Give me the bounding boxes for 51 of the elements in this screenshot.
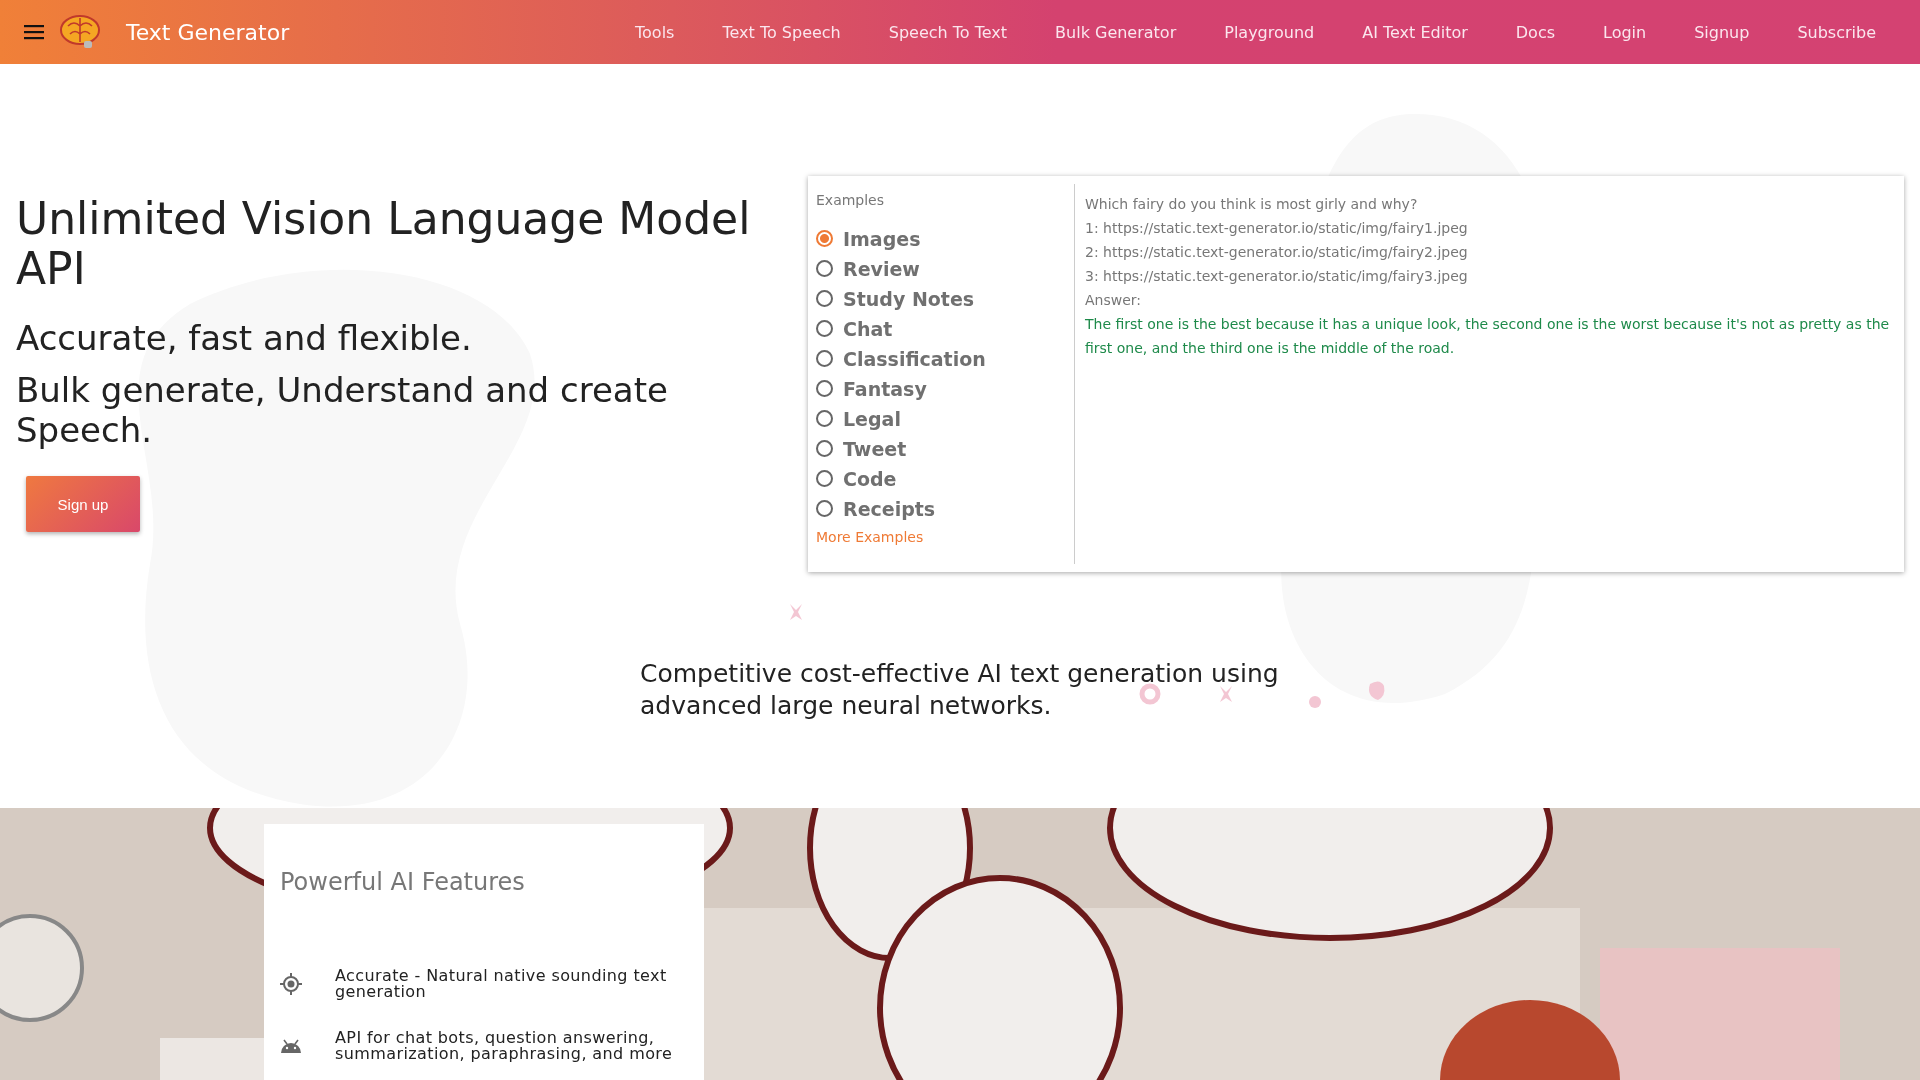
nav-link[interactable]: Playground <box>1200 14 1339 50</box>
radio-icon[interactable] <box>816 290 833 307</box>
answer-text: The first one is the best because it has a unique look, the second one is the worst because it's not as pretty as the first one, and the third one is the middle of the road. <box>1085 315 1891 358</box>
radio-icon[interactable] <box>816 440 833 457</box>
nav-link[interactable]: Text To Speech <box>698 14 865 50</box>
radio-icon[interactable] <box>816 260 833 277</box>
radio-icon[interactable] <box>816 410 833 427</box>
example-radio[interactable]: Images <box>816 226 1066 251</box>
example-radio[interactable]: Receipts <box>816 496 1066 521</box>
brand-name[interactable]: Text Generator <box>126 19 290 45</box>
radio-icon[interactable] <box>816 470 833 487</box>
nav-link[interactable]: Speech To Text <box>864 14 1032 50</box>
tagline: Competitive cost-effective AI text generation using advanced large neural networks. <box>640 658 1280 722</box>
example-radio[interactable]: Code <box>816 466 1066 491</box>
hero-subtitle: Bulk generate, Understand and create Speech. <box>16 370 669 450</box>
nav-link[interactable]: Subscribe <box>1773 14 1900 50</box>
feature-text: Accurate - Natural native sounding text generation <box>335 968 668 1000</box>
nav-link[interactable]: Signup <box>1670 14 1774 50</box>
prompt-line: 2: https://static.text-generator.io/static/img/fairy2.jpeg <box>1085 243 1469 262</box>
nav-link[interactable]: AI Text Editor <box>1338 14 1492 50</box>
nav-link[interactable]: Login <box>1579 14 1671 50</box>
more-examples-link[interactable]: More Examples <box>816 529 1066 545</box>
radio-icon[interactable] <box>816 380 833 397</box>
android-icon <box>280 1039 302 1053</box>
prompt-line: Answer: <box>1085 291 1143 310</box>
prompt-line: 3: https://static.text-generator.io/static/img/fairy3.jpeg <box>1085 267 1469 286</box>
example-radio[interactable]: Fantasy <box>816 376 1066 401</box>
menu-icon[interactable] <box>24 24 44 40</box>
example-radio[interactable]: Legal <box>816 406 1066 431</box>
example-radio[interactable]: Review <box>816 256 1066 281</box>
nav-link[interactable]: Bulk Generator <box>1031 14 1201 50</box>
example-radio[interactable]: Classification <box>816 346 1066 371</box>
nav-link[interactable]: Docs <box>1491 14 1579 50</box>
example-radio[interactable]: Tweet <box>816 436 1066 461</box>
feature-text: API for chat bots, question answering, summarization, paraphrasing, and more <box>335 1030 674 1062</box>
example-radio[interactable]: Chat <box>816 316 1066 341</box>
examples-heading: Examples <box>816 192 886 208</box>
radio-icon[interactable] <box>816 230 833 247</box>
prompt-line: 1: https://static.text-generator.io/static/img/fairy1.jpeg <box>1085 219 1469 238</box>
prompt-line: Which fairy do you think is most girly and why? <box>1085 195 1419 214</box>
hero-title: Unlimited Vision Language Model API <box>16 194 752 294</box>
radio-icon[interactable] <box>816 350 833 367</box>
hero-subtitle: Accurate, fast and flexible. <box>16 318 473 358</box>
signup-button[interactable]: Sign up <box>26 476 140 532</box>
example-radio[interactable]: Study Notes <box>816 286 1066 311</box>
nav-link[interactable]: Tools <box>611 14 699 50</box>
radio-icon[interactable] <box>816 500 833 517</box>
brain-logo-icon[interactable] <box>60 14 102 50</box>
target-icon <box>280 973 302 995</box>
radio-icon[interactable] <box>816 320 833 337</box>
features-title: Powerful AI Features <box>280 868 526 896</box>
